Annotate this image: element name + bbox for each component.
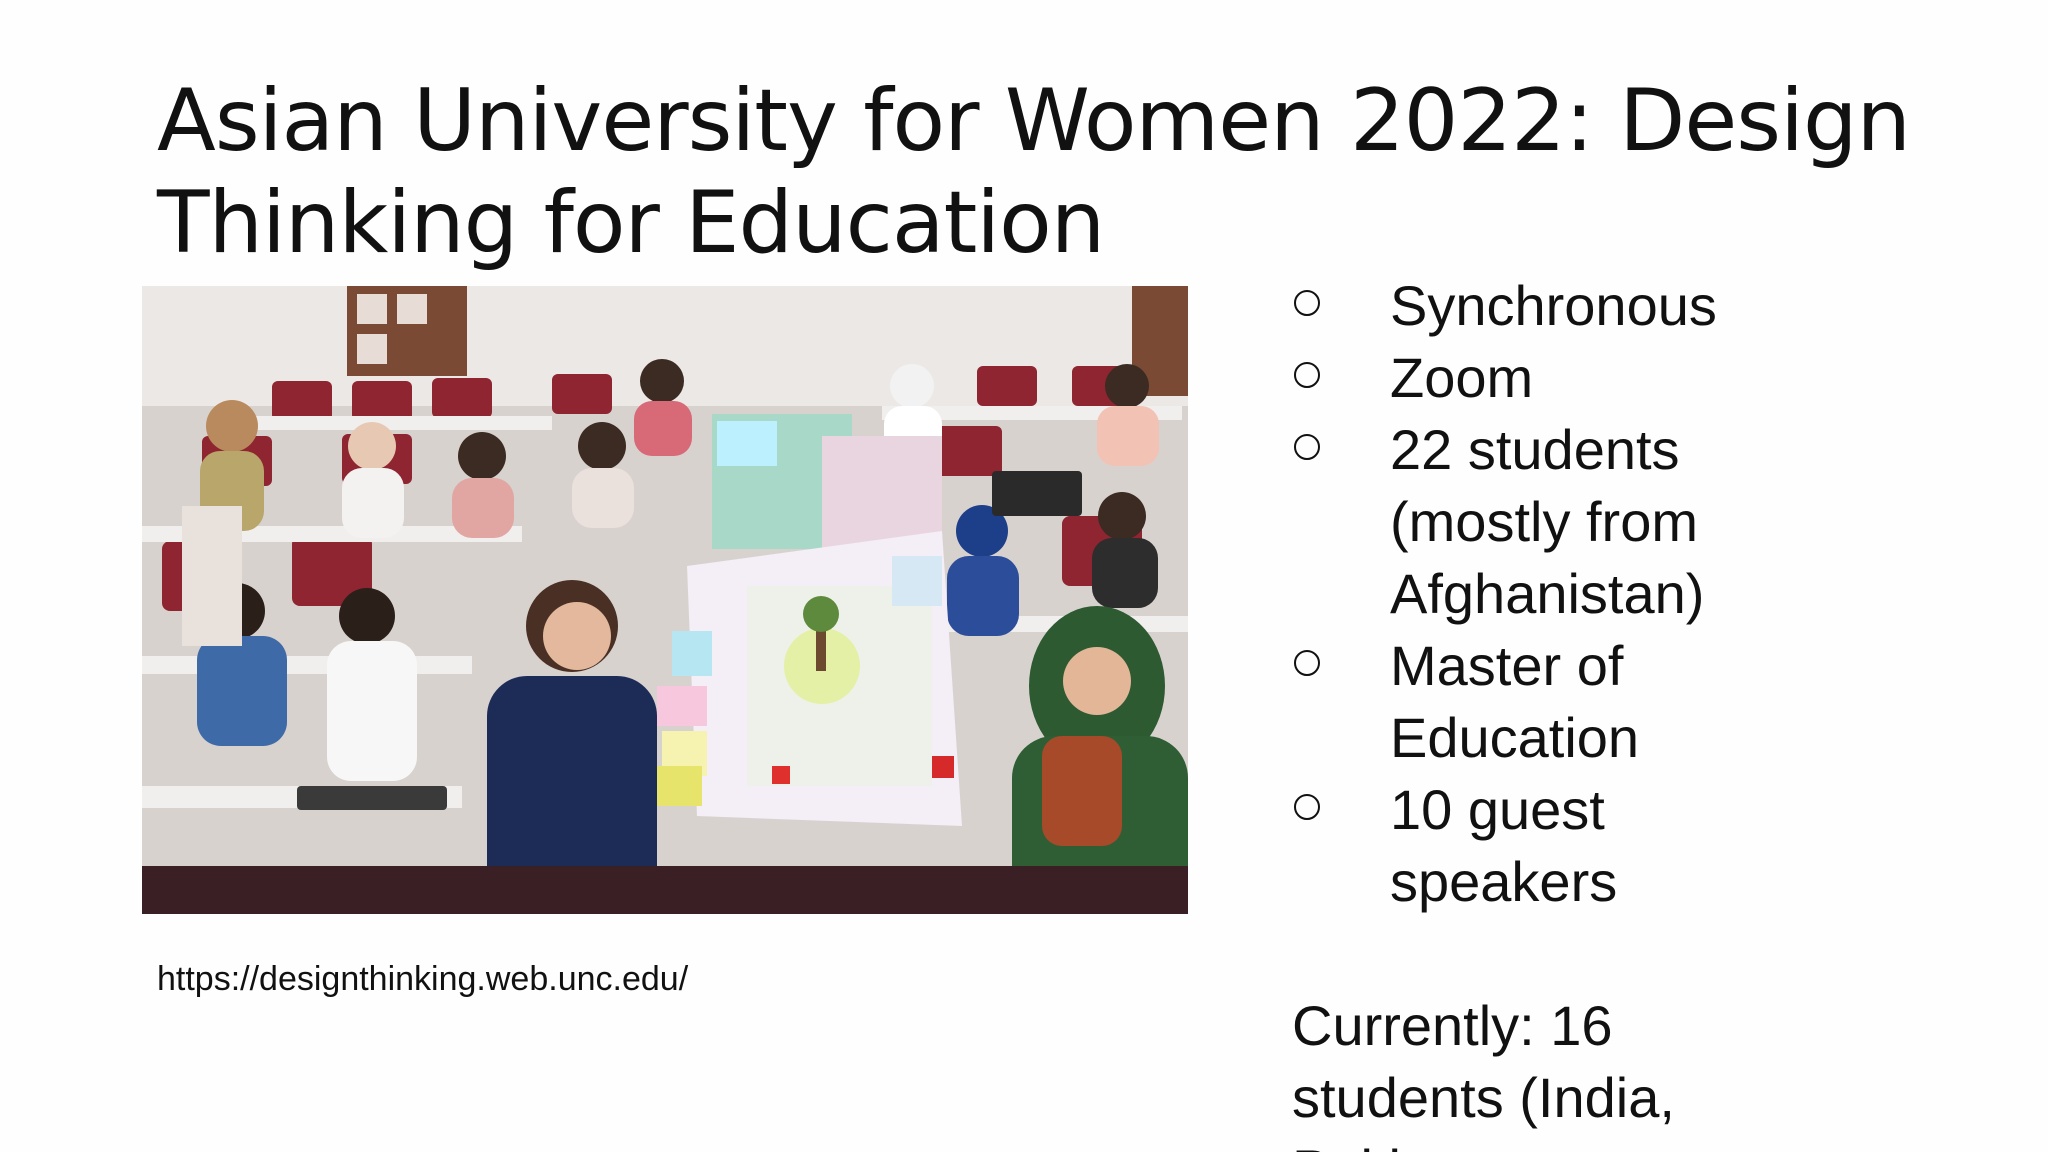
- hollow-circle-bullet-icon: [1294, 650, 1320, 676]
- currently-line-1: Currently: 16: [1292, 994, 1613, 1057]
- currently-line-2: students (India,: [1292, 1066, 1675, 1129]
- classroom-photo-illustration: [142, 286, 1188, 914]
- hollow-circle-bullet-icon: [1294, 362, 1320, 388]
- bullet-text-line: Synchronous: [1390, 274, 1717, 337]
- bullet-text-line: 10 guest: [1390, 778, 1605, 841]
- currently-text: Currently: 16 students (India, Pakistan,: [1292, 990, 1675, 1152]
- bullet-text-line: 22 students: [1390, 418, 1680, 481]
- bullet-item-degree: Master of Education: [1290, 630, 1810, 774]
- bullet-text-line: (mostly from: [1390, 490, 1698, 553]
- bullet-text-line: Education: [1390, 706, 1640, 769]
- bullet-text-line: Afghanistan): [1390, 562, 1705, 625]
- currently-line-3: Pakistan,: [1292, 1134, 1675, 1152]
- bullet-item-synchronous: Synchronous: [1290, 270, 1810, 342]
- bullet-list: Synchronous Zoom 22 students (mostly fro…: [1290, 270, 1810, 918]
- classroom-photo: [142, 286, 1188, 914]
- slide-title: Asian University for Women 2022: Design …: [157, 70, 1957, 274]
- hollow-circle-bullet-icon: [1294, 434, 1320, 460]
- bullet-text-line: Master of: [1390, 634, 1624, 697]
- bullet-item-students: 22 students (mostly from Afghanistan): [1290, 414, 1810, 630]
- slide: Asian University for Women 2022: Design …: [0, 0, 2048, 1152]
- bullet-text-line: speakers: [1390, 850, 1618, 913]
- hollow-circle-bullet-icon: [1294, 794, 1320, 820]
- bullet-text-line: Zoom: [1390, 346, 1534, 409]
- bullet-item-guest-speakers: 10 guest speakers: [1290, 774, 1810, 918]
- caption-url[interactable]: https://designthinking.web.unc.edu/: [157, 960, 688, 999]
- slide-title-line-2: Thinking for Education: [157, 173, 1105, 273]
- hollow-circle-bullet-icon: [1294, 290, 1320, 316]
- bullet-item-zoom: Zoom: [1290, 342, 1810, 414]
- slide-title-line-1: Asian University for Women 2022: Design: [157, 71, 1911, 171]
